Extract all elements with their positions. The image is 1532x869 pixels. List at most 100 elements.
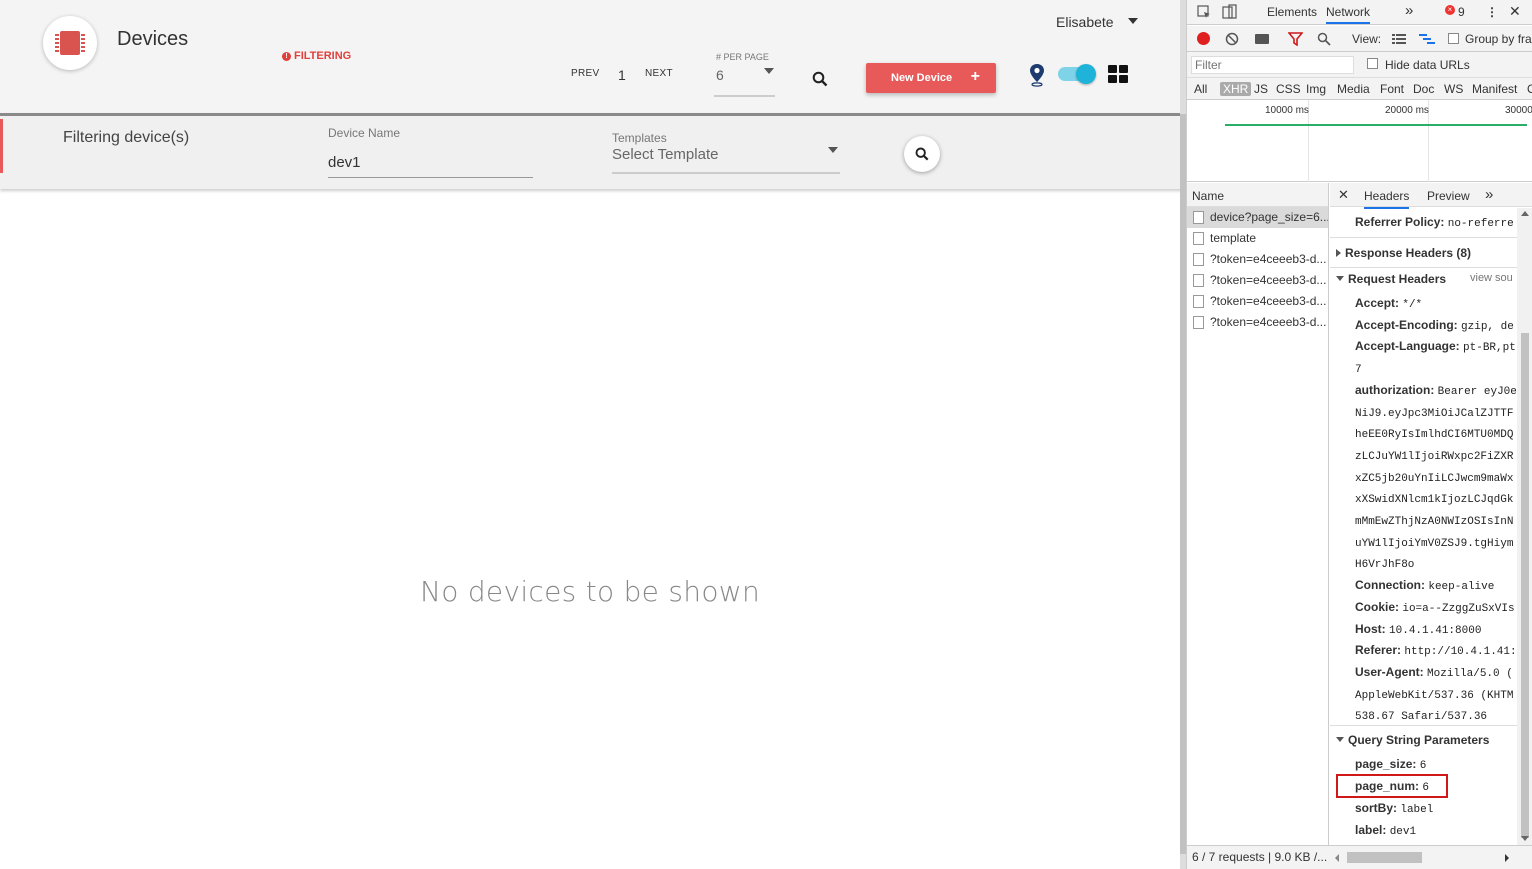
per-page-underline <box>714 95 775 97</box>
caret-down-icon[interactable] <box>1128 18 1138 24</box>
scroll-down-icon[interactable] <box>1521 836 1529 841</box>
filter-search-button[interactable] <box>904 136 940 172</box>
request-row[interactable]: device?page_size=6... <box>1187 207 1328 228</box>
device-name-input[interactable] <box>328 148 533 178</box>
type-css[interactable]: CSS <box>1276 82 1301 96</box>
tab-headers[interactable]: Headers <box>1364 189 1410 209</box>
map-view-toggle[interactable] <box>1058 64 1096 84</box>
scrollbar-thumb[interactable] <box>1347 852 1422 863</box>
caret-down-icon[interactable] <box>764 68 774 74</box>
inspect-icon[interactable] <box>1197 5 1212 20</box>
request-row-checkbox[interactable] <box>1193 274 1204 287</box>
type-js[interactable]: JS <box>1254 82 1268 96</box>
page-num-highlight <box>1336 774 1448 798</box>
group-by-frame-checkbox[interactable] <box>1448 33 1459 44</box>
detail-hscrollbar[interactable] <box>1333 852 1513 863</box>
query-string-section[interactable]: Query String Parameters <box>1336 733 1489 747</box>
request-row-checkbox[interactable] <box>1193 211 1204 224</box>
tab-elements[interactable]: Elements <box>1267 5 1317 19</box>
request-row-checkbox[interactable] <box>1193 253 1204 266</box>
request-row[interactable]: ?token=e4ceeeb3-d... <box>1187 312 1328 333</box>
more-tabs-icon[interactable]: » <box>1405 2 1413 19</box>
menu-icon[interactable]: ⋮ <box>1486 5 1498 19</box>
type-other[interactable]: O <box>1527 82 1532 96</box>
request-row[interactable]: ?token=e4ceeeb3-d... <box>1187 249 1328 270</box>
request-header-row: Accept: */* <box>1355 296 1422 311</box>
section-divider <box>1330 237 1517 238</box>
plus-icon: + <box>970 68 980 85</box>
templates-select[interactable]: Select Template <box>612 146 718 163</box>
network-timeline[interactable]: 10000 ms 20000 ms 30000 <box>1187 100 1532 182</box>
filter-input[interactable] <box>1191 56 1354 74</box>
prev-page-button[interactable]: PREV <box>571 68 599 79</box>
filter-icon[interactable] <box>1288 32 1303 46</box>
request-headers-section[interactable]: Request Headers <box>1336 272 1446 286</box>
app-logo[interactable] <box>43 16 97 70</box>
type-all[interactable]: All <box>1194 82 1207 96</box>
record-icon[interactable] <box>1197 32 1210 45</box>
templates-label: Templates <box>612 131 667 145</box>
type-font[interactable]: Font <box>1380 82 1404 96</box>
tab-preview[interactable]: Preview <box>1427 189 1470 203</box>
map-pin-icon[interactable] <box>1029 63 1045 87</box>
request-name: device?page_size=6... <box>1210 210 1328 224</box>
empty-message: No devices to be shown <box>419 575 761 608</box>
close-icon[interactable]: ✕ <box>1509 3 1521 20</box>
request-row-checkbox[interactable] <box>1193 295 1204 308</box>
device-toggle-icon[interactable] <box>1222 4 1238 20</box>
hide-data-urls-checkbox[interactable] <box>1367 58 1378 69</box>
waterfall-icon[interactable] <box>1419 33 1435 45</box>
header-value: H6VrJhF8o <box>1355 559 1415 572</box>
request-row[interactable]: template <box>1187 228 1328 249</box>
header-key: authorization: <box>1355 382 1435 397</box>
type-media[interactable]: Media <box>1337 82 1370 96</box>
scroll-up-icon[interactable] <box>1521 211 1529 216</box>
request-detail: ✕ Headers Preview » Referrer Policy: no-… <box>1330 183 1532 845</box>
type-manifest[interactable]: Manifest <box>1472 82 1517 96</box>
close-icon[interactable]: ✕ <box>1338 187 1349 203</box>
request-name: template <box>1210 231 1257 245</box>
view-label: View: <box>1352 32 1382 46</box>
caret-down-icon[interactable] <box>828 147 838 153</box>
request-row-checkbox[interactable] <box>1193 316 1204 329</box>
request-row[interactable]: ?token=e4ceeeb3-d... <box>1187 291 1328 312</box>
user-menu[interactable]: Elisabete <box>1056 14 1114 30</box>
response-headers-section[interactable]: Response Headers (8) <box>1336 246 1471 260</box>
detail-scrollbar[interactable] <box>1517 208 1532 845</box>
device-name-label: Device Name <box>328 126 401 140</box>
view-source-link[interactable]: view sou <box>1470 272 1513 284</box>
type-xhr[interactable]: XHR <box>1220 82 1252 96</box>
grid-view-icon[interactable] <box>1108 65 1128 83</box>
header-key: Accept-Encoding: <box>1355 317 1458 332</box>
camera-icon[interactable] <box>1255 34 1269 44</box>
per-page-select[interactable]: 6 <box>716 67 724 83</box>
filtering-label: FILTERING <box>294 50 352 62</box>
header-value: xZC5jb20uYnIiLCJwcm9maWx <box>1355 472 1514 485</box>
new-device-button[interactable]: New Device + <box>866 63 996 93</box>
scroll-right-icon[interactable] <box>1505 854 1509 862</box>
request-row-checkbox[interactable] <box>1193 232 1204 245</box>
search-icon[interactable] <box>812 71 828 87</box>
name-column-header[interactable]: Name <box>1187 183 1328 207</box>
type-doc[interactable]: Doc <box>1413 82 1434 96</box>
next-page-button[interactable]: NEXT <box>645 68 673 79</box>
tab-network[interactable]: Network <box>1326 5 1371 24</box>
error-icon[interactable]: × <box>1445 5 1455 15</box>
type-img[interactable]: Img <box>1306 82 1326 96</box>
search-icon[interactable] <box>1317 32 1331 46</box>
request-name: ?token=e4ceeeb3-d... <box>1210 273 1327 287</box>
request-header-row: NiJ9.eyJpc3MiOiJCalZJTTF <box>1355 405 1513 420</box>
list-view-icon[interactable] <box>1392 33 1406 45</box>
error-count[interactable]: 9 <box>1458 5 1465 19</box>
clear-icon[interactable] <box>1225 32 1239 46</box>
more-tabs-icon[interactable]: » <box>1485 186 1493 203</box>
scrollbar-thumb[interactable] <box>1521 333 1529 838</box>
type-ws[interactable]: WS <box>1444 82 1463 96</box>
request-list: Name device?page_size=6... template ?token… <box>1187 183 1329 845</box>
request-row[interactable]: ?token=e4ceeeb3-d... <box>1187 270 1328 291</box>
scroll-left-icon[interactable] <box>1335 854 1339 862</box>
timeline-bar <box>1225 124 1527 126</box>
request-rows: device?page_size=6... template ?token=e4ce… <box>1187 207 1328 333</box>
search-icon <box>915 147 929 161</box>
query-param-row: sortBy: label <box>1355 801 1433 816</box>
